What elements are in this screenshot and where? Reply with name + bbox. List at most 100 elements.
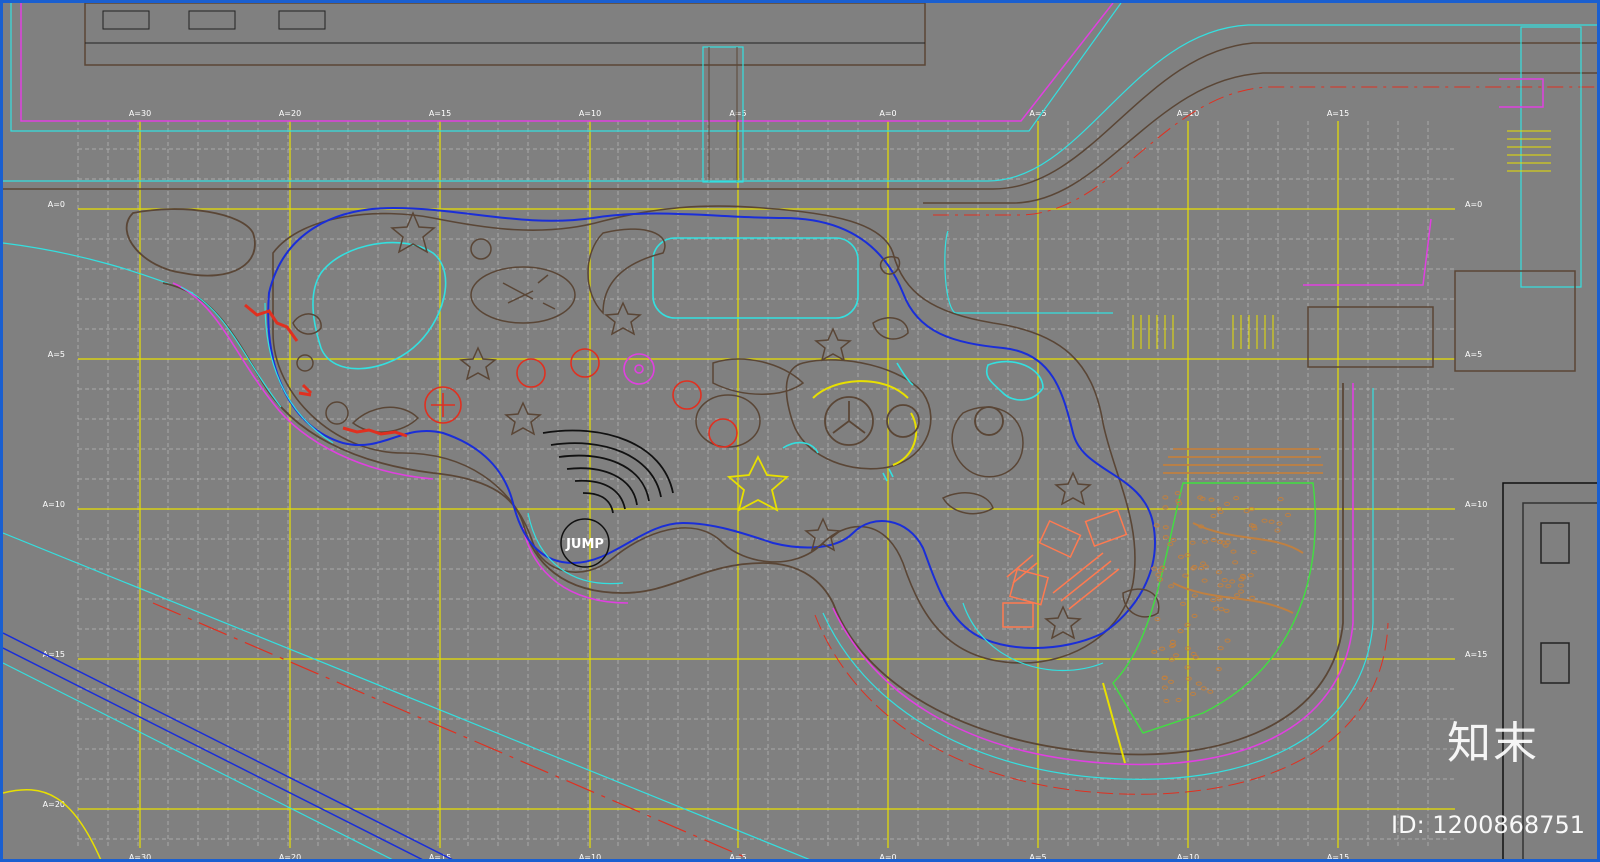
site-plan-drawing: A=30 A=30 A=20 A=20 A=15 A=15 A=10 A=10 A=5 A=5 A=… <box>3 3 1597 862</box>
sand-dot <box>1222 543 1229 548</box>
sand-dot <box>1234 593 1241 598</box>
sand-dot <box>1233 496 1240 501</box>
sand-dot <box>1173 653 1179 658</box>
sand-dot <box>1182 573 1189 578</box>
sand-dot <box>1224 501 1231 506</box>
sand-area <box>1102 448 1323 764</box>
sand-dot <box>1217 646 1224 651</box>
row-grid-label: A=10 <box>43 500 65 509</box>
top-building <box>10 3 1122 183</box>
sand-dot <box>1218 607 1225 612</box>
sand-dot <box>1153 523 1160 528</box>
column-grid-label: A=15 <box>1327 853 1349 862</box>
sand-dot <box>1200 561 1206 566</box>
sand-dot <box>1178 554 1184 559</box>
sand-dot <box>1243 509 1250 514</box>
watermark-id: ID: 1200868751 <box>1391 811 1585 839</box>
sand-dot <box>1230 549 1237 554</box>
sand-dot <box>1168 679 1174 684</box>
column-grid-label: A=15 <box>429 109 451 118</box>
sand-dot <box>1210 537 1217 543</box>
column-grid-label: A=10 <box>1177 853 1199 862</box>
column-grid-label: A=0 <box>879 109 896 118</box>
sand-dot <box>1208 497 1215 502</box>
row-grid-label: A=5 <box>1465 350 1482 359</box>
sand-dot <box>1168 584 1175 589</box>
jump-arcs <box>542 429 674 514</box>
sand-dot <box>1200 686 1207 691</box>
sand-dot <box>1189 540 1196 545</box>
sand-dot <box>1162 505 1169 510</box>
cyan-creatures <box>782 360 1044 482</box>
sand-dot <box>1151 649 1158 654</box>
column-grid-label: A=10 <box>1177 109 1199 118</box>
column-grid-label: A=0 <box>879 853 896 862</box>
jump-label: JUMP <box>565 537 604 552</box>
watermark-logo: 知末 <box>1447 718 1539 769</box>
sand-dot <box>1201 539 1208 544</box>
sand-dot <box>1215 570 1222 575</box>
sand-dot <box>1268 519 1275 524</box>
stairs <box>1132 130 1551 349</box>
sand-dot <box>1162 525 1169 530</box>
sand-dot <box>1223 608 1230 613</box>
sand-dot <box>1217 583 1224 588</box>
sand-dot <box>1195 681 1202 686</box>
sand-dot <box>1251 526 1258 531</box>
cad-viewport[interactable]: A=30 A=30 A=20 A=20 A=15 A=15 A=10 A=10 A=5 A=5 A=… <box>0 0 1600 862</box>
sand-dot <box>1154 617 1161 622</box>
sand-dot <box>1238 589 1245 594</box>
sand-dot <box>1261 518 1268 523</box>
sand-dot <box>1185 676 1192 681</box>
row-grid-label: A=10 <box>1465 500 1487 509</box>
sand-dot <box>1250 549 1257 555</box>
row-grid-label: A=15 <box>1465 650 1487 659</box>
sand-dot <box>1191 593 1198 598</box>
sand-dot <box>1162 535 1169 540</box>
sand-dot <box>1212 606 1219 611</box>
sand-dot <box>1175 697 1182 703</box>
diagonal-roads <box>3 242 810 859</box>
column-grid-label: A=5 <box>729 109 746 118</box>
column-grid-label: A=15 <box>1327 109 1349 118</box>
row-grid-label: A=0 <box>48 200 65 209</box>
column-grid-label: A=30 <box>129 109 151 118</box>
sand-dot <box>1169 639 1176 645</box>
column-grid-label: A=20 <box>279 853 301 862</box>
sand-dot <box>1190 691 1196 697</box>
major-grid <box>78 121 1455 848</box>
play-elements <box>244 303 738 448</box>
sand-dot <box>1155 572 1162 577</box>
sand-dot <box>1177 629 1184 634</box>
sand-dot <box>1249 595 1256 600</box>
sand-dot <box>1224 638 1231 643</box>
right-building <box>1502 482 1597 859</box>
column-grid-label: A=10 <box>579 109 601 118</box>
jump-pad: JUMP <box>560 518 610 568</box>
sand-dot <box>1198 566 1205 571</box>
sand-dot <box>1225 584 1232 589</box>
column-grid-label: A=5 <box>1029 853 1046 862</box>
sand-dot <box>1274 528 1281 533</box>
sand-dot <box>1161 685 1168 690</box>
column-grid-label: A=5 <box>729 853 746 862</box>
road-top-right <box>3 24 1597 372</box>
sand-dot <box>1191 613 1198 619</box>
column-grid-label: A=20 <box>279 109 301 118</box>
minor-grid <box>77 121 1455 848</box>
sand-dot <box>1285 512 1291 518</box>
sand-dot <box>1163 698 1170 704</box>
sand-dot <box>1170 537 1177 543</box>
sand-dot <box>1215 667 1222 672</box>
sand-dot <box>1277 497 1284 502</box>
row-grid-label: A=0 <box>1465 200 1482 209</box>
sea-creatures <box>292 211 1160 640</box>
sand-dot <box>1162 495 1169 500</box>
column-grid-label: A=30 <box>129 853 151 862</box>
column-grid-label: A=10 <box>579 853 601 862</box>
sand-dot <box>1207 689 1214 694</box>
sand-dot <box>1237 583 1244 588</box>
sand-dot <box>1180 601 1186 606</box>
sand-dot <box>1174 491 1181 496</box>
sand-dot <box>1247 573 1254 578</box>
